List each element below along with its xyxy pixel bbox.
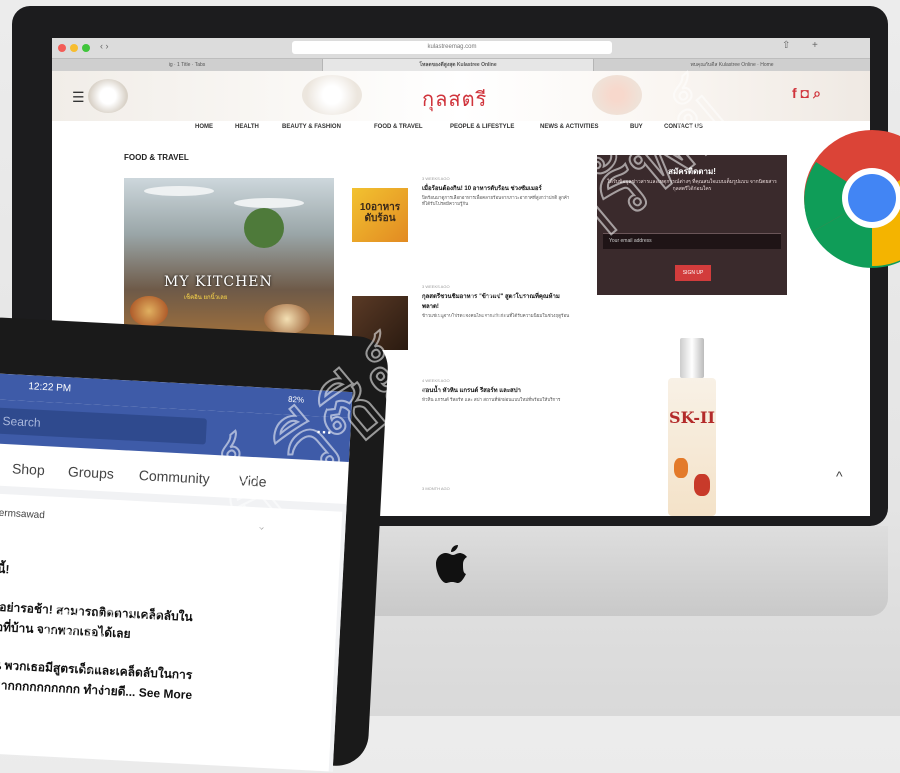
tree-image [244,208,284,248]
article-date: 4 WEEKS AGO [422,378,450,383]
product-advertisement[interactable]: SK-II [666,338,718,516]
chrome-logo-icon [804,130,900,268]
article-title[interactable]: สอนน้ำ หัวหิน แกรนด์ รีสอร์ท และสปา [422,385,572,395]
nav-item-contact-us[interactable]: CONTACT US [664,124,703,130]
nav-item-buy[interactable]: BUY [630,124,643,130]
tablet-screen: 12:22 PM 82% ⌕ Search ··· s Shop Groups … [0,373,353,772]
search-icon[interactable]: ⌕ [813,85,825,101]
butterfly-decoration [694,474,710,496]
post-text-line: ะนี้! [0,561,10,577]
butterfly-decoration [674,458,688,478]
dish-image [264,304,310,334]
article-excerpt: หัวหิน แกรนด์ รีสอร์ท และ สปา สถานที่พัก… [422,397,561,402]
chevron-down-icon[interactable]: ⌄ [257,521,266,532]
maximize-window-icon[interactable] [82,44,90,52]
hamburger-menu-icon[interactable]: ☰ [72,89,85,106]
share-icon[interactable]: ⇧ [782,40,790,51]
flower-decoration [88,79,128,113]
article-title[interactable]: กุลสตรีชวนชิมอาหาร "ข้าวแช่" สูตรโบราณที… [422,291,572,311]
more-options-icon[interactable]: ··· [316,424,333,443]
article-date: 3 WEEKS AGO [422,284,450,289]
search-input[interactable]: ⌕ Search [0,407,207,445]
url-bar[interactable]: kulastreemag.com [292,41,612,54]
newsletter-title: สมัครติดตาม! [668,167,716,176]
back-forward-icon[interactable]: ‹ › [100,41,109,51]
newsletter-box: สมัครติดตาม! ได้รับข้อมูลข่าวสารและเหตุก… [597,155,787,295]
social-icons: f◘⌕ [792,85,825,102]
browser-tab[interactable]: พบคุณกับดีส Kulastree Online · Home [594,59,870,71]
close-window-icon[interactable] [58,44,66,52]
tab-videos[interactable]: Vide [238,472,267,489]
nav-item-news-activities[interactable]: NEWS & ACTIVITIES [540,124,598,130]
main-navigation: HOME HEALTH BEAUTY & FASHION FOOD & TRAV… [52,124,870,138]
post-card: sermsawad ⌄ ะนี้! อ อย่ารอช้า! สามารถติด… [0,493,343,772]
pizza-image [130,296,168,326]
featured-image[interactable]: MY KITCHEN เช็คอิน ยกนิ้วเลย [124,178,334,338]
article-excerpt: ปิดร้อนมาดูการเลือกอาหารเพื่อคลายร้อนจาก… [422,195,570,206]
section-title: FOOD & TRAVEL [124,153,189,162]
newsletter-email-input[interactable]: Your email address [603,233,781,249]
tab-community[interactable]: Community [138,467,210,487]
article-title[interactable]: เมื่อร้อนต้องกิน! 10 อาหารดับร้อน ช่วงซั… [422,183,572,193]
tab-shop[interactable]: Shop [12,460,45,478]
post-author[interactable]: sermsawad [0,508,45,522]
ceiling-light [144,186,214,196]
bottle-body [668,378,716,516]
nav-item-home[interactable]: HOME [195,124,213,130]
search-placeholder: Search [2,413,41,430]
status-time: 12:22 PM [28,381,72,395]
browser-tab-active[interactable]: โหลดของดีสูงสุด Kulastree Online [323,59,594,71]
nav-item-people-lifestyle[interactable]: PEOPLE & LIFESTYLE [450,124,514,130]
browser-toolbar: ‹ › kulastreemag.com ⇧ + [52,38,870,59]
article-item[interactable]: 3 MONTH AGO [422,486,572,491]
flower-decoration [592,75,642,115]
flower-decoration [302,75,362,115]
article-excerpt: ข้าวแช่เมนูจานโปรดของคนไทยจากสมัยก่อนที่… [422,313,570,318]
tab-groups[interactable]: Groups [68,463,115,481]
product-brand: SK-II [669,408,715,427]
featured-title: MY KITCHEN [164,274,273,290]
browser-tab-bar: ig · 1 Title · Tabs โหลดของดีสูงสุด Kula… [52,59,870,71]
article-date: 3 MONTH AGO [422,486,450,491]
site-header: ☰ กุลสตรี f◘⌕ [52,71,870,121]
thumbnail-text: 10อาหาร ดับร้อน [359,202,401,224]
article-item[interactable]: 3 WEEKS AGO เมื่อร้อนต้องกิน! 10 อาหารดั… [422,176,572,207]
browser-tab[interactable]: ig · 1 Title · Tabs [52,59,323,71]
ceiling-light [234,198,304,208]
featured-subtitle: เช็คอิน ยกนิ้วเลย [184,295,228,301]
battery-level: 82% [287,394,305,405]
instagram-icon[interactable]: ◘ [801,85,813,101]
article-item[interactable]: 4 WEEKS AGO สอนน้ำ หัวหิน แกรนด์ รีสอร์ท… [422,378,572,403]
bottle-cap [680,338,704,378]
nav-item-beauty-fashion[interactable]: BEAUTY & FASHION [282,124,341,130]
tablet-device: 12:22 PM 82% ⌕ Search ··· s Shop Groups … [0,316,390,772]
minimize-window-icon[interactable] [70,44,78,52]
site-logo[interactable]: กุลสตรี [422,83,487,115]
newsletter-description: ได้รับข้อมูลข่าวสารและเหตุการณ์ต่างๆ ที่… [607,179,777,192]
article-item[interactable]: 3 WEEKS AGO กุลสตรีชวนชิมอาหาร "ข้าวแช่"… [422,284,572,319]
article-date: 3 WEEKS AGO [422,176,450,181]
facebook-icon[interactable]: f [792,85,801,101]
apple-logo-icon [436,545,467,583]
article-thumbnail[interactable]: 10อาหาร ดับร้อน [352,188,408,242]
nav-item-health[interactable]: HEALTH [235,124,259,130]
post-feed: sermsawad ⌄ ะนี้! อ อย่ารอช้า! สามารถติด… [0,484,347,772]
newsletter-signup-button[interactable]: SIGN UP [675,265,711,281]
scroll-to-top-icon[interactable]: ^ [836,468,843,484]
nav-item-food-travel[interactable]: FOOD & TRAVEL [374,124,423,130]
new-tab-icon[interactable]: + [812,40,818,51]
